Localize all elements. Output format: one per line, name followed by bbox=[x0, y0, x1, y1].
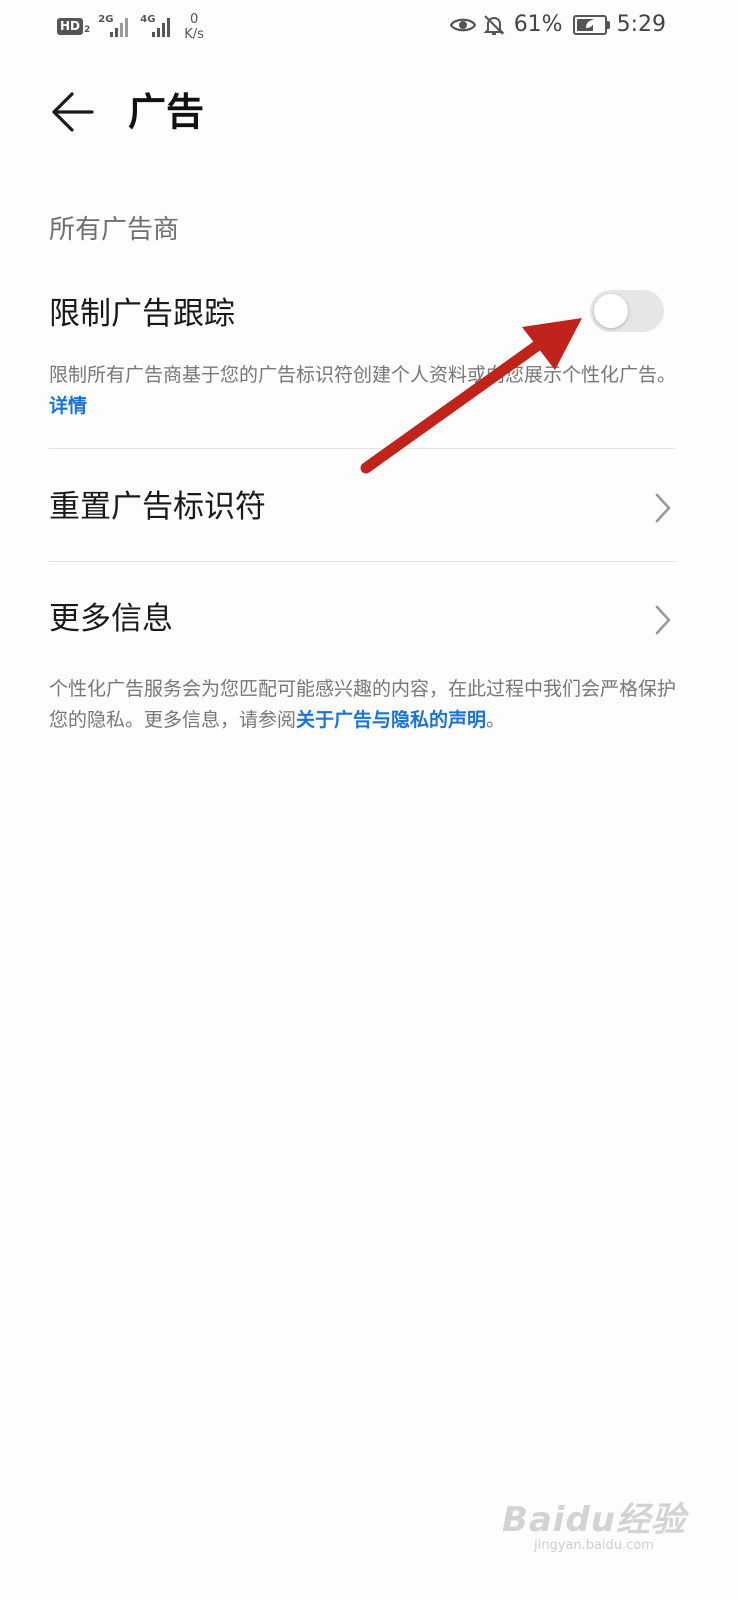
arrow-left-icon bbox=[52, 92, 94, 132]
signal-icon: 2G bbox=[98, 10, 132, 40]
limit-ad-tracking-toggle[interactable] bbox=[590, 290, 664, 332]
chevron-right-icon bbox=[655, 605, 671, 635]
clock: 5:29 bbox=[616, 12, 666, 37]
hd-label: HD bbox=[57, 18, 84, 35]
divider bbox=[49, 561, 675, 562]
back-button[interactable] bbox=[46, 86, 98, 138]
reset-ad-id-label: 重置广告标识符 bbox=[49, 489, 266, 525]
reset-ad-id-row[interactable]: 重置广告标识符 bbox=[49, 472, 675, 542]
network-speed-value: 0 bbox=[189, 12, 199, 27]
status-bar-left: HD 2 2G 4G 0 K/s bbox=[57, 10, 204, 42]
bell-off-icon bbox=[483, 14, 505, 35]
personalized-ads-note: 个性化广告服务会为您匹配可能感兴趣的内容，在此过程中我们会严格保护您的隐私。更多… bbox=[49, 674, 677, 736]
limit-ad-tracking-description: 限制所有广告商基于您的广告标识符创建个人资料或向您展示个性化广告。详情 bbox=[49, 360, 677, 422]
page-title: 广告 bbox=[128, 90, 205, 134]
toggle-knob bbox=[594, 294, 628, 328]
more-info-row[interactable]: 更多信息 bbox=[49, 584, 675, 654]
section-title: 所有广告商 bbox=[49, 215, 180, 245]
status-bar: HD 2 2G 4G 0 K/s 61% 5:29 bbox=[0, 0, 738, 56]
leaf-icon bbox=[585, 19, 594, 28]
limit-ad-tracking-row: 限制广告跟踪 bbox=[49, 286, 679, 342]
network-speed: 0 K/s bbox=[184, 12, 204, 42]
limit-ad-tracking-label: 限制广告跟踪 bbox=[49, 296, 235, 332]
details-link[interactable]: 详情 bbox=[49, 395, 87, 417]
watermark-logo: Baidu经验 bbox=[501, 1500, 686, 1540]
ads-privacy-statement-link[interactable]: 关于广告与隐私的声明 bbox=[296, 709, 486, 731]
status-bar-right: 61% 5:29 bbox=[449, 12, 666, 37]
baidu-watermark: Baidu经验 jingyan.baidu.com bbox=[502, 1502, 686, 1554]
chevron-right-icon bbox=[655, 493, 671, 523]
watermark-url: jingyan.baidu.com bbox=[533, 1538, 654, 1553]
divider bbox=[49, 448, 675, 449]
signal-icon: 4G bbox=[140, 10, 174, 40]
more-info-label: 更多信息 bbox=[49, 601, 173, 637]
eye-icon bbox=[449, 18, 476, 31]
battery-icon bbox=[572, 14, 610, 35]
battery-percent: 61% bbox=[513, 12, 563, 37]
limit-ad-tracking-description-text: 限制所有广告商基于您的广告标识符创建个人资料或向您展示个性化广告。 bbox=[49, 364, 677, 386]
hd-sub-label: 2 bbox=[84, 24, 91, 35]
network-speed-unit: K/s bbox=[184, 27, 204, 42]
hd-icon: HD 2 bbox=[57, 18, 90, 35]
personalized-ads-note-suffix: 。 bbox=[486, 709, 506, 731]
